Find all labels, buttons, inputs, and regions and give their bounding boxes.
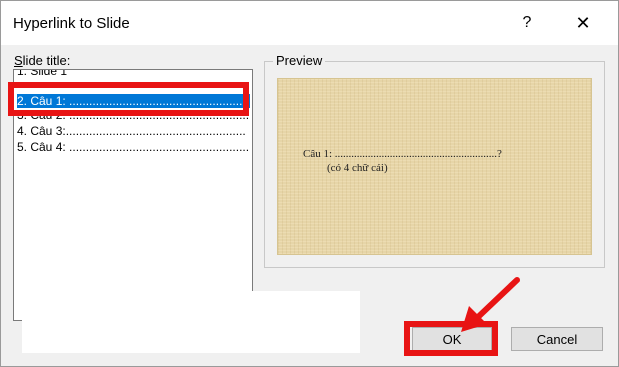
- slide-title-access-key: S: [14, 53, 23, 68]
- slide-preview: [277, 78, 592, 255]
- slide-title-label: Slide title:: [14, 53, 70, 68]
- annotation-arrow-icon: [461, 277, 520, 332]
- slide-list-item-4[interactable]: 4. Câu 3:...............................…: [17, 124, 250, 138]
- preview-hint-text: (có 4 chữ cái): [327, 162, 388, 174]
- selected-item-highlight: [8, 82, 249, 116]
- slide-title-label-text: lide title:: [22, 53, 71, 68]
- preview-question-text: Câu 1: .................................…: [303, 148, 502, 160]
- dialog-title: Hyperlink to Slide: [13, 15, 130, 32]
- blank-overlay: [22, 291, 360, 353]
- close-icon[interactable]: ✕: [568, 9, 598, 37]
- help-icon[interactable]: ?: [515, 9, 539, 37]
- slide-list-item-5[interactable]: 5. Câu 4: ..............................…: [17, 140, 250, 154]
- slide-list-item-1[interactable]: 1. Slide 1: [17, 70, 250, 78]
- preview-label: Preview: [273, 53, 326, 68]
- title-bar: Hyperlink to Slide ? ✕: [1, 1, 618, 45]
